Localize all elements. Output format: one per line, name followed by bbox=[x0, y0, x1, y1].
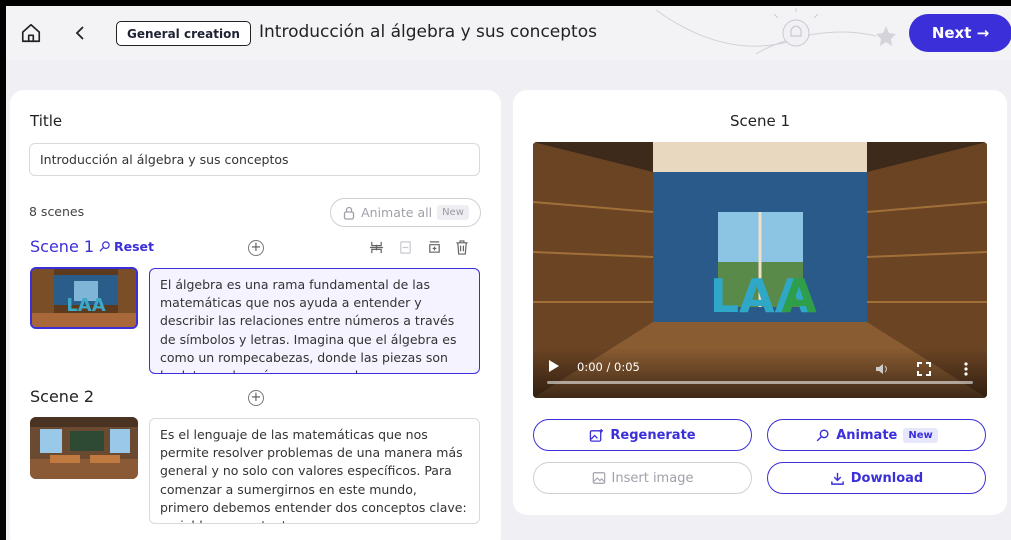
scene-editor-panel: Title Introducción al álgebra y sus conc… bbox=[10, 90, 501, 540]
svg-text:A: A bbox=[781, 269, 817, 323]
download-button[interactable]: Download bbox=[767, 462, 986, 494]
svg-text:LAA: LAA bbox=[66, 295, 105, 316]
insert-image-label: Insert image bbox=[611, 470, 694, 486]
insert-image-button[interactable]: Insert image bbox=[533, 462, 752, 494]
regenerate-label: Regenerate bbox=[610, 427, 696, 443]
download-label: Download bbox=[850, 470, 924, 486]
back-chevron-icon[interactable] bbox=[68, 18, 92, 48]
download-icon bbox=[830, 472, 844, 485]
sparkle-reset-icon bbox=[99, 241, 110, 252]
video-controls: 0:00 / 0:05 bbox=[533, 348, 987, 398]
fullscreen-icon[interactable] bbox=[917, 362, 931, 376]
scene-2-text[interactable]: Es el lenguaje de las matemáticas que no… bbox=[149, 418, 480, 524]
animate-button[interactable]: Animate New bbox=[767, 419, 986, 451]
scene-1-text[interactable]: El álgebra es una rama fundamental de la… bbox=[149, 268, 480, 374]
new-tag: New bbox=[903, 427, 938, 443]
home-icon[interactable] bbox=[16, 18, 46, 48]
trash-icon[interactable] bbox=[454, 239, 470, 255]
scene-count: 8 scenes bbox=[29, 204, 85, 219]
animate-label: Animate bbox=[836, 427, 898, 443]
split-icon[interactable] bbox=[368, 239, 384, 255]
scene-1-label: Scene 1 bbox=[30, 237, 95, 256]
new-tag: New bbox=[437, 205, 469, 220]
reset-label: Reset bbox=[114, 239, 154, 254]
page-title: Introducción al álgebra y sus conceptos bbox=[259, 22, 597, 42]
magic-wand-icon bbox=[816, 428, 829, 441]
video-player[interactable]: LAA A 0:00 / 0:05 bbox=[533, 142, 987, 398]
animate-all-label: Animate all bbox=[361, 205, 433, 220]
animate-all-button[interactable]: Animate all New bbox=[330, 198, 481, 227]
next-button[interactable]: Next → bbox=[909, 14, 1011, 52]
add-scene-icon[interactable]: + bbox=[248, 390, 264, 406]
creation-mode-badge: General creation bbox=[116, 21, 251, 46]
scene-2-thumbnail[interactable] bbox=[30, 417, 138, 479]
lightbulb-decoration-icon bbox=[655, 8, 896, 55]
image-icon bbox=[592, 472, 605, 484]
reset-button[interactable]: Reset bbox=[98, 239, 154, 254]
window-frame-left bbox=[0, 0, 6, 540]
scene-1-thumbnail[interactable]: LAA bbox=[30, 267, 138, 329]
add-scene-icon[interactable]: + bbox=[248, 240, 264, 256]
regenerate-button[interactable]: Regenerate bbox=[533, 419, 752, 451]
scene-2-label: Scene 2 bbox=[30, 387, 95, 406]
title-input[interactable]: Introducción al álgebra y sus conceptos bbox=[29, 143, 480, 176]
merge-icon bbox=[397, 239, 413, 255]
preview-scene-heading: Scene 1 bbox=[729, 112, 791, 130]
volume-icon[interactable] bbox=[875, 362, 889, 376]
insert-below-icon[interactable] bbox=[426, 239, 442, 255]
image-sparkle-icon bbox=[590, 428, 604, 442]
title-label: Title bbox=[30, 112, 63, 130]
more-options-icon[interactable] bbox=[963, 362, 969, 376]
top-bar: General creation Introducción al álgebra… bbox=[6, 6, 1011, 60]
lock-icon bbox=[343, 206, 355, 220]
play-icon[interactable] bbox=[549, 360, 559, 372]
video-time: 0:00 / 0:05 bbox=[577, 360, 640, 374]
video-progress-bar[interactable] bbox=[547, 381, 973, 384]
preview-panel: Scene 1 LAA A 0:00 / 0:05 Regenerate Ani… bbox=[513, 90, 1007, 515]
